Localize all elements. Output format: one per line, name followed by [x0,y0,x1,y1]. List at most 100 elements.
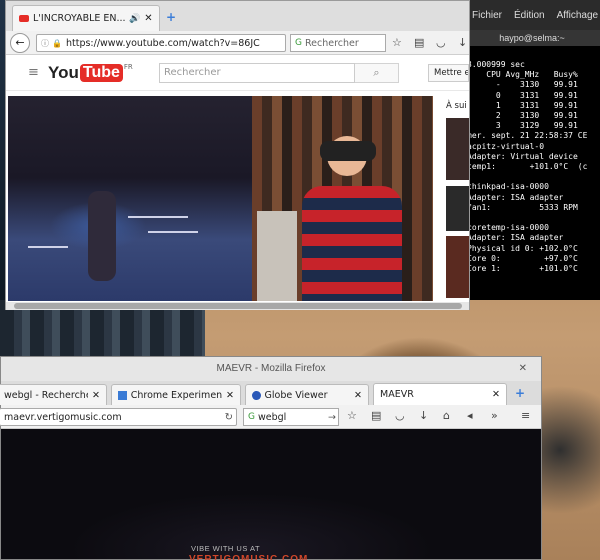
terminal-line: 3 3129 99.91 [467,121,578,131]
terminal-line: mer. sept. 21 22:58:37 CE [467,131,588,141]
studio-equipment [257,211,297,301]
terminal-line: 3.000999 sec [467,60,525,69]
terminal-line: Core 0: +97.0°C [467,253,578,263]
video-player-camera [252,96,433,301]
maevr-page[interactable] [1,429,541,559]
youtube-logo[interactable]: You Tube FR [48,63,133,83]
vr-avatar [88,191,116,281]
back-button-icon[interactable]: ← [10,33,30,53]
new-tab-icon[interactable]: + [166,10,176,24]
menu-affichage[interactable]: Affichage [557,10,599,21]
horizontal-scrollbar[interactable] [6,302,469,310]
close-tab-icon[interactable]: ✕ [226,390,234,401]
youtube-browser-window[interactable]: L'INCROYABLE EN... 🔊 ✕ + ← ⓘ 🔒 https://w… [5,0,470,310]
tab-title: Chrome Experiment... [130,389,223,401]
library-icon[interactable]: ▤ [371,409,381,423]
library-icon[interactable]: ▤ [414,36,424,50]
close-tab-icon[interactable]: ✕ [492,389,500,400]
search-icon: ⌕ [373,66,380,79]
vr-prop [28,246,68,248]
overflow-icon[interactable]: » [491,409,498,423]
search-go-icon[interactable]: → [328,412,338,423]
recommendation-thumbnail[interactable] [446,118,469,180]
terminal-line: - 3130 99.91 [467,80,578,90]
youtube-search-button[interactable]: ⌕ [355,63,399,83]
terminal-menubar: Fichier Édition Affichage [464,0,600,30]
tab-strip: webgl - Recherche ... ✕ Chrome Experimen… [0,381,541,405]
new-tab-icon[interactable]: + [515,386,525,400]
navigation-bar: maevr.vertigomusic.com ↻ G webgl → ☆ ▤ ◡… [0,405,541,429]
home-icon[interactable]: ⌂ [443,409,450,423]
maevr-browser-window[interactable]: MAEVR - Mozilla Firefox ✕ webgl - Recher… [0,356,542,560]
tab-webgl-search[interactable]: webgl - Recherche ... ✕ [0,384,107,405]
hamburger-menu-icon[interactable]: ≡ [521,409,530,423]
recommendation-thumbnail[interactable] [446,236,469,298]
close-tab-icon[interactable]: ✕ [92,390,100,401]
download-icon[interactable]: ↓ [458,36,467,50]
tab-strip: L'INCROYABLE EN... 🔊 ✕ + [6,1,469,31]
terminal-output[interactable]: 3.000999 sec CPU Avg_MHz Busy% - 3130 99… [464,46,600,274]
tab-title: MAEVR [380,389,414,400]
terminal-line: 2 3130 99.91 [467,111,578,121]
url-bar[interactable]: ⓘ 🔒 https://www.youtube.com/watch?v=86JC [36,34,286,52]
menu-edition[interactable]: Édition [514,10,545,21]
up-next-label: À sui [446,101,467,111]
tab-maevr[interactable]: MAEVR ✕ [373,383,507,405]
info-icon: ⓘ [41,38,49,48]
terminal-line: coretemp-isa-0000 [467,223,549,233]
recommendation-thumbnail[interactable] [446,186,469,231]
tab-youtube[interactable]: L'INCROYABLE EN... 🔊 ✕ [12,5,160,31]
pocket-icon[interactable]: ◡ [395,409,405,423]
footer-brand-link[interactable]: VERTIGOMUSIC.COM [189,554,308,560]
tab-title: Globe Viewer [264,389,328,401]
menu-fichier[interactable]: Fichier [472,10,502,21]
vr-prop [128,216,188,218]
logo-region: FR [123,63,133,71]
close-tab-icon[interactable]: ✕ [144,13,152,24]
download-icon[interactable]: ↓ [419,409,428,423]
footer-tagline: VIBE WITH US AT [191,544,261,553]
search-field[interactable]: G webgl → [243,408,339,426]
tab-title: L'INCROYABLE EN... [33,13,125,24]
scrollbar-thumb[interactable] [14,303,462,309]
terminal-line: 1 3131 99.91 [467,100,578,110]
player-body [302,186,402,301]
terminal-line: Adapter: ISA adapter [467,233,564,243]
vr-headset [320,141,376,161]
bookmark-star-icon[interactable]: ☆ [392,36,402,50]
tab-title: webgl - Recherche ... [4,389,89,401]
close-window-icon[interactable]: ✕ [519,357,527,381]
hamburger-menu-icon[interactable]: ≡ [28,65,39,80]
youtube-header: ≡ You Tube FR Rechercher ⌕ Mettre en l [6,55,469,91]
youtube-search-input[interactable]: Rechercher [159,63,355,83]
bookmark-star-icon[interactable]: ☆ [347,409,357,423]
tab-globe-viewer[interactable]: Globe Viewer ✕ [245,384,369,405]
terminal-line: CPU Avg_MHz Busy% [467,70,578,80]
logo-tube: Tube [79,64,123,82]
search-engine-icon: G [295,38,302,48]
youtube-page: ≡ You Tube FR Rechercher ⌕ Mettre en l [6,55,469,310]
video-player[interactable] [8,96,433,301]
terminal-line: Core 1: +101.0°C [467,264,578,274]
window-titlebar: MAEVR - Mozilla Firefox ✕ [1,357,541,381]
pocket-icon[interactable]: ◡ [436,36,446,50]
search-field[interactable]: G Rechercher [290,34,386,52]
window-title: MAEVR - Mozilla Firefox [216,363,326,374]
send-icon[interactable]: ◂ [467,409,473,423]
upload-button[interactable]: Mettre en l [428,64,469,82]
recommendations-sidebar: À sui [443,96,469,301]
url-text: maevr.vertigomusic.com [4,411,122,423]
url-bar[interactable]: maevr.vertigomusic.com ↻ [0,408,237,426]
tab-chrome-experiments[interactable]: Chrome Experiment... ✕ [111,384,241,405]
logo-word: You [48,63,79,82]
youtube-search: Rechercher ⌕ [159,63,399,83]
terminal-line: temp1: +101.0°C (c [467,162,588,172]
speaker-icon[interactable]: 🔊 [129,14,140,24]
vr-prop [148,231,198,233]
reload-icon[interactable]: ↻ [225,412,236,423]
close-tab-icon[interactable]: ✕ [354,390,362,401]
search-value: webgl [257,411,287,423]
terminal-window[interactable]: Fichier Édition Affichage haypo@selma:~ … [464,0,600,300]
url-text: https://www.youtube.com/watch?v=86JC [65,37,260,49]
